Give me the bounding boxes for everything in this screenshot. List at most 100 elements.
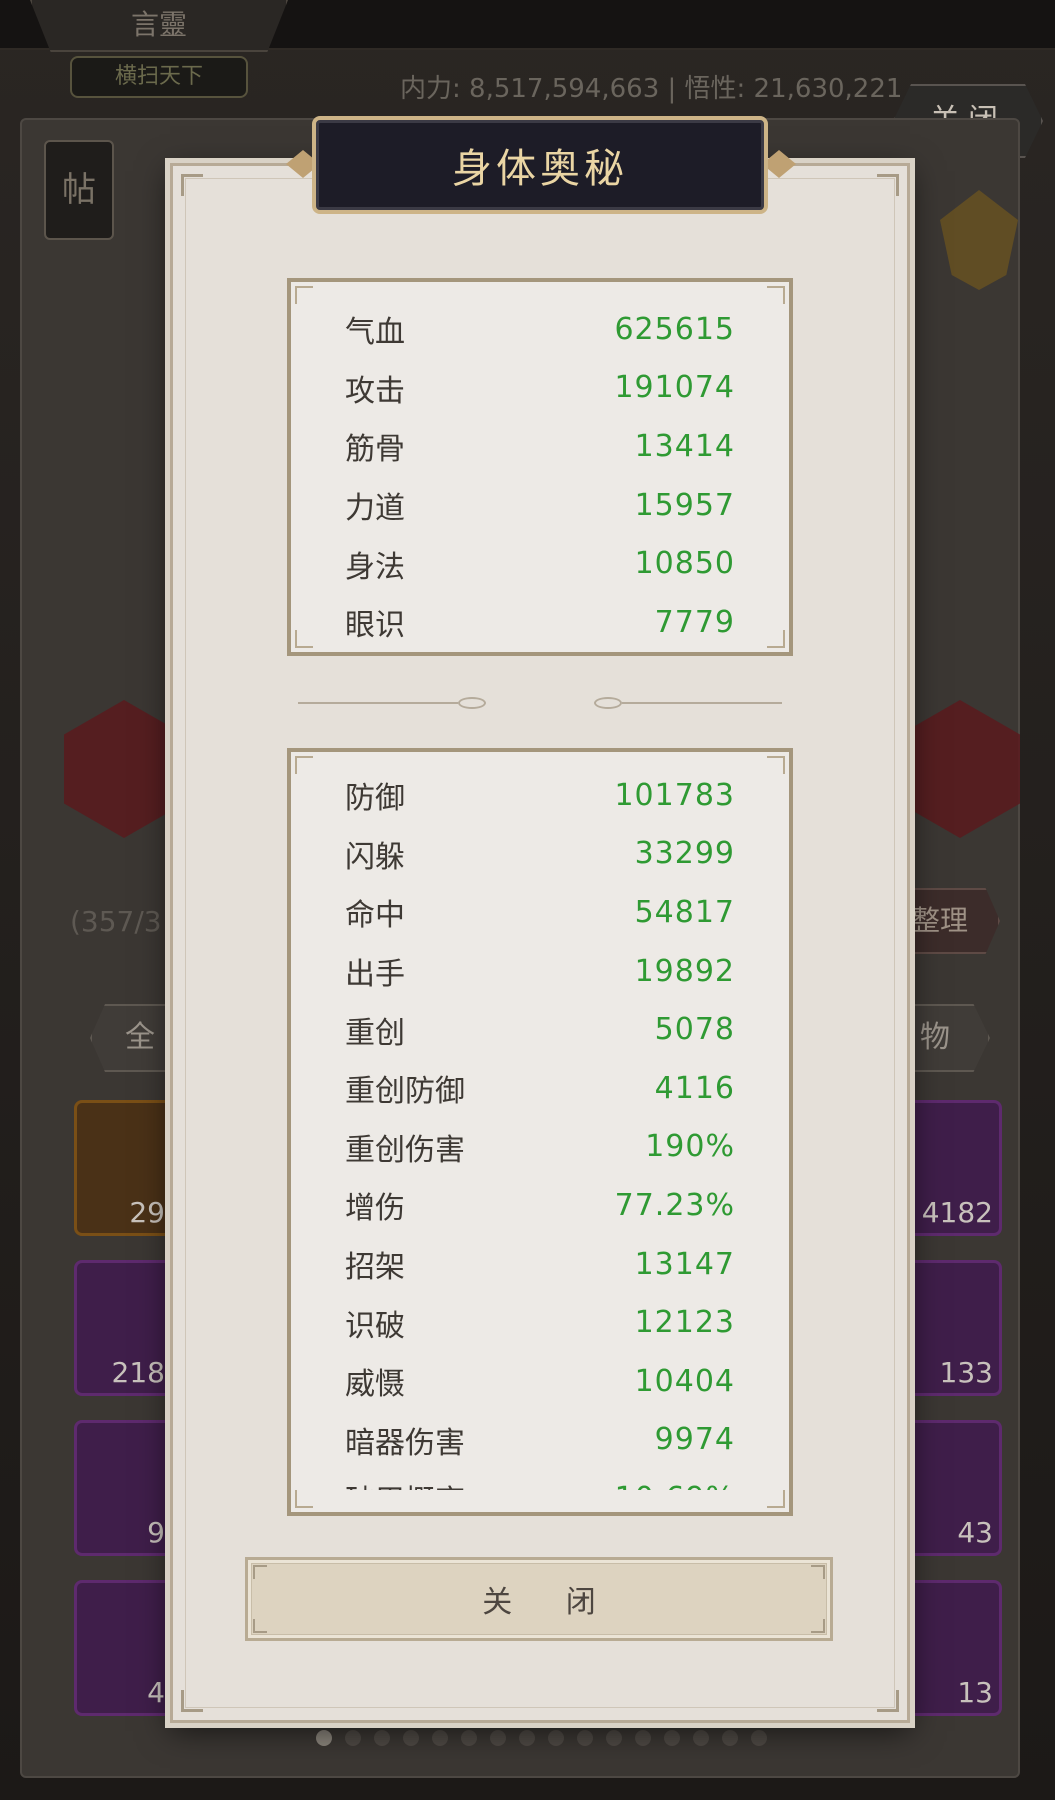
stat-row: 筋骨 13414 (345, 417, 735, 476)
subtitle-badge: 横扫天下 (70, 56, 248, 98)
slot-count: 4 (147, 1676, 165, 1709)
slot-count: 43 (957, 1516, 993, 1549)
advanced-stats-list: 防御 101783 闪躲 33299 命中 54817 出手 19892 重创 5078 重创防御 4… (345, 766, 735, 1490)
page-dot[interactable] (432, 1730, 448, 1746)
slot-count: 13 (957, 1676, 993, 1709)
stat-value: 15957 (634, 487, 735, 523)
stat-value: 9974 (654, 1422, 735, 1458)
stat-row: 重创 5078 (345, 1000, 735, 1059)
stat-name: 防御 (345, 781, 405, 817)
stat-name: 眼识 (345, 608, 405, 644)
stat-row: 力道 15957 (345, 476, 735, 535)
stat-name: 重创防御 (345, 1074, 465, 1110)
stat-row: 破甲概率 10.69% (345, 1469, 735, 1490)
stat-value: 10850 (634, 546, 735, 582)
stat-name: 命中 (345, 898, 405, 934)
corner-ornament (181, 1690, 203, 1712)
dialog-title: 身体奥秘 (452, 146, 628, 192)
stat-name: 力道 (345, 491, 405, 527)
stat-name: 重创 (345, 1015, 405, 1051)
stat-row: 识破 12123 (345, 1293, 735, 1352)
stat-name: 重创伤害 (345, 1132, 465, 1168)
page-dot[interactable] (461, 1730, 477, 1746)
page-dot[interactable] (664, 1730, 680, 1746)
stat-name: 破甲概率 (345, 1476, 465, 1490)
stat-value: 10.69% (615, 1481, 735, 1490)
stat-name: 身法 (345, 549, 405, 585)
stat-value: 13414 (634, 428, 735, 464)
stat-row: 暗器伤害 9974 (345, 1411, 735, 1470)
page-dot[interactable] (345, 1730, 361, 1746)
stat-name: 增伤 (345, 1191, 405, 1227)
stat-row: 眼识 7779 (345, 593, 735, 652)
basic-stats-list: 气血 625615 攻击 191074 筋骨 13414 力道 15957 身法 10850 眼识 7… (345, 300, 735, 652)
page-dot[interactable] (316, 1730, 332, 1746)
slot-count: 29 (129, 1196, 165, 1229)
inventory-slot[interactable]: 133 (902, 1260, 1002, 1396)
advanced-stats-panel[interactable]: 防御 101783 闪躲 33299 命中 54817 出手 19892 重创 5078 重创防御 4… (287, 748, 793, 1516)
inventory-count: (357/3 (70, 905, 162, 938)
stat-value: 10404 (634, 1363, 735, 1399)
stat-row: 重创伤害 190% (345, 1118, 735, 1177)
dialog-title-plate: 身体奥秘 (312, 116, 768, 214)
inventory-slot[interactable]: 13 (902, 1580, 1002, 1716)
stat-value: 77.23% (614, 1187, 735, 1223)
page-dot[interactable] (635, 1730, 651, 1746)
page-dot[interactable] (374, 1730, 390, 1746)
close-button-label: 关 闭 (482, 1585, 618, 1620)
stat-row: 威慑 10404 (345, 1352, 735, 1411)
page-dot[interactable] (548, 1730, 564, 1746)
page-dot[interactable] (722, 1730, 738, 1746)
inventory-slot[interactable]: 4 (74, 1580, 174, 1716)
corner-ornament (181, 174, 203, 196)
stat-value: 13147 (634, 1246, 735, 1282)
stat-value: 5078 (654, 1012, 735, 1048)
stat-row: 重创防御 4116 (345, 1059, 735, 1118)
resource-stats: 内力: 8,517,594,663 | 悟性: 21,630,221 (400, 74, 903, 104)
page-dot[interactable] (751, 1730, 767, 1746)
advanced-stats-scroll[interactable]: 防御 101783 闪躲 33299 命中 54817 出手 19892 重创 5078 重创防御 4… (291, 752, 789, 1490)
stat-name: 威慑 (345, 1367, 405, 1403)
page-dot[interactable] (403, 1730, 419, 1746)
stat-name: 暗器伤害 (345, 1425, 465, 1461)
page-dot[interactable] (606, 1730, 622, 1746)
page-dot[interactable] (519, 1730, 535, 1746)
stat-name: 闪躲 (345, 839, 405, 875)
screen-title: 言靈 (30, 0, 288, 52)
stat-row: 命中 54817 (345, 883, 735, 942)
stat-row: 防御 101783 (345, 766, 735, 825)
stat-name: 招架 (345, 1250, 405, 1286)
stat-value: 19892 (634, 953, 735, 989)
page-dot[interactable] (490, 1730, 506, 1746)
page-dot[interactable] (577, 1730, 593, 1746)
stat-value: 4116 (654, 1070, 735, 1106)
stat-row: 增伤 77.23% (345, 1176, 735, 1235)
slot-count: 9 (147, 1516, 165, 1549)
page-dot[interactable] (693, 1730, 709, 1746)
inventory-slot[interactable]: 4182 (902, 1100, 1002, 1236)
close-button[interactable]: 关 闭 (245, 1557, 833, 1641)
stat-name: 气血 (345, 315, 405, 351)
inventory-slot[interactable]: 29 (74, 1100, 174, 1236)
slot-count: 4182 (921, 1196, 993, 1229)
corner-ornament (877, 174, 899, 196)
stat-row: 身法 10850 (345, 534, 735, 593)
inventory-slot[interactable]: 218 (74, 1260, 174, 1396)
stat-value: 625615 (614, 311, 735, 347)
inventory-slot[interactable]: 9 (74, 1420, 174, 1556)
inventory-slot[interactable]: 43 (902, 1420, 1002, 1556)
stat-value: 12123 (634, 1305, 735, 1341)
stat-value: 54817 (634, 894, 735, 930)
stat-value: 33299 (634, 836, 735, 872)
stat-value: 101783 (614, 777, 735, 813)
stat-name: 筋骨 (345, 432, 405, 468)
basic-stats-panel: 气血 625615 攻击 191074 筋骨 13414 力道 15957 身法 10850 眼识 7… (287, 278, 793, 656)
corner-ornament (877, 1690, 899, 1712)
stat-name: 识破 (345, 1308, 405, 1344)
pagination-dots (316, 1730, 767, 1746)
stat-value: 7779 (654, 604, 735, 640)
tie-tag-button[interactable]: 帖 (44, 140, 114, 240)
stat-row: 闪躲 33299 (345, 825, 735, 884)
stat-row: 招架 13147 (345, 1235, 735, 1294)
stat-row: 攻击 191074 (345, 359, 735, 418)
